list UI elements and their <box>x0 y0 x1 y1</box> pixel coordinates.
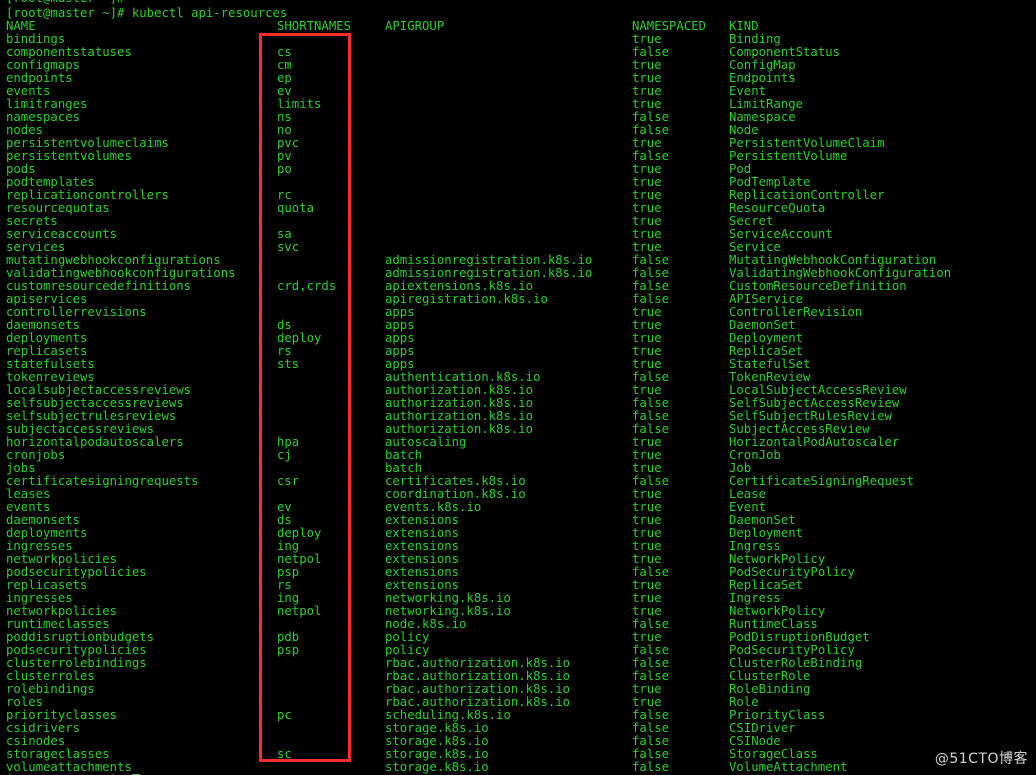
table-row: componentstatuses cs false ComponentStatus <box>0 46 1036 59</box>
terminal-window[interactable]: [root@master ~]# [root@master ~]# kubect… <box>0 0 1036 775</box>
table-row: leases coordination.k8s.io true Lease <box>0 488 1036 501</box>
cell-shortnames: svc <box>277 240 300 254</box>
table-row: csinodes storage.k8s.io false CSINode <box>0 735 1036 748</box>
cell-name: volumeattachments <box>6 760 132 774</box>
table-row: persistentvolumeclaims pvc true PersistentV… <box>0 137 1036 150</box>
table-row: replicationcontrollers rc true ReplicationC… <box>0 189 1036 202</box>
table-row: daemonsets ds apps true DaemonSet <box>0 319 1036 332</box>
table-row: apiservices apiregistration.k8s.io false AP… <box>0 293 1036 306</box>
partial-prompt-text: [root@master ~]# <box>0 0 1036 4</box>
header-shortnames: SHORTNAMES <box>277 19 352 33</box>
table-row: runtimeclasses node.k8s.io false RuntimeCla… <box>0 618 1036 631</box>
table-row: ingresses ing extensions true Ingress <box>0 540 1036 553</box>
table-row: networkpolicies netpol extensions true Netwo… <box>0 553 1036 566</box>
table-row: pods po true Pod <box>0 163 1036 176</box>
table-header-row: NAME SHORTNAMES APIGROUP NAMESPACED KIND <box>0 20 1036 33</box>
table-row: replicasets rs extensions true ReplicaSet <box>0 579 1036 592</box>
table-row: csidrivers storage.k8s.io false CSIDriver <box>0 722 1036 735</box>
table-row: configmaps cm true ConfigMap <box>0 59 1036 72</box>
table-row: replicasets rs apps true ReplicaSet <box>0 345 1036 358</box>
cell-namespaced: false <box>632 760 670 774</box>
table-row: controllerrevisions apps true ControllerRev… <box>0 306 1036 319</box>
command-prompt-line: [root@master ~]# kubectl api-resources <box>6 6 288 20</box>
terminal-output: [root@master ~]# kubectl api-resources N… <box>0 7 1036 775</box>
cell-kind: VolumeAttachment <box>729 760 848 774</box>
table-row: volumeattachments storage.k8s.io false Volu… <box>0 761 1036 774</box>
cell-shortnames: sts <box>277 357 300 371</box>
watermark-label: @51CTO博客 <box>934 751 1028 767</box>
table-row: priorityclasses pc scheduling.k8s.io false P… <box>0 709 1036 722</box>
cell-shortnames: quota <box>277 201 315 215</box>
cell-shortnames: po <box>277 162 292 176</box>
table-row: daemonsets ds extensions true DaemonSet <box>0 514 1036 527</box>
table-row: networkpolicies netpol networking.k8s.io tr… <box>0 605 1036 618</box>
cell-shortnames: crd,crds <box>277 279 337 293</box>
table-row: namespaces ns false Namespace <box>0 111 1036 124</box>
table-row: endpoints ep true Endpoints <box>0 72 1036 85</box>
table-row: cronjobs cj batch true CronJob <box>0 449 1036 462</box>
table-row: deployments deploy apps true Deployment <box>0 332 1036 345</box>
table-row: storageclasses sc storage.k8s.io false Stora… <box>0 748 1036 761</box>
table-row: podsecuritypolicies psp extensions false Pod… <box>0 566 1036 579</box>
table-row: secrets true Secret <box>0 215 1036 228</box>
table-row: serviceaccounts sa true ServiceAccount <box>0 228 1036 241</box>
table-row: events ev events.k8s.io true Event <box>0 501 1036 514</box>
cell-shortnames: cj <box>277 448 292 462</box>
table-row: poddisruptionbudgets pdb policy true PodDisr… <box>0 631 1036 644</box>
cell-shortnames: psp <box>277 643 300 657</box>
cell-shortnames: netpol <box>277 604 322 618</box>
table-row: limitranges limits true LimitRange <box>0 98 1036 111</box>
table-row: bindings true Binding <box>0 33 1036 46</box>
cell-shortnames: csr <box>277 474 300 488</box>
table-row: roles rbac.authorization.k8s.io true Role <box>0 696 1036 709</box>
table-row: horizontalpodautoscalers hpa autoscaling tr… <box>0 436 1036 449</box>
header-apigroup: APIGROUP <box>385 19 445 33</box>
table-row: deployments deploy extensions true Deploymen… <box>0 527 1036 540</box>
table-row: persistentvolumes pv false PersistentVolume <box>0 150 1036 163</box>
cell-shortnames: pc <box>277 708 292 722</box>
table-body: bindings true Binding componentstatuses cs fa… <box>0 33 1036 774</box>
cell-apigroup: storage.k8s.io <box>385 760 489 774</box>
table-row: resourcequotas quota true ResourceQuota <box>0 202 1036 215</box>
table-row: ingresses ing networking.k8s.io true Ingress <box>0 592 1036 605</box>
table-row: events ev true Event <box>0 85 1036 98</box>
cell-shortnames: sc <box>277 747 292 761</box>
scrolled-off-line: [root@master ~]# <box>0 0 1036 4</box>
